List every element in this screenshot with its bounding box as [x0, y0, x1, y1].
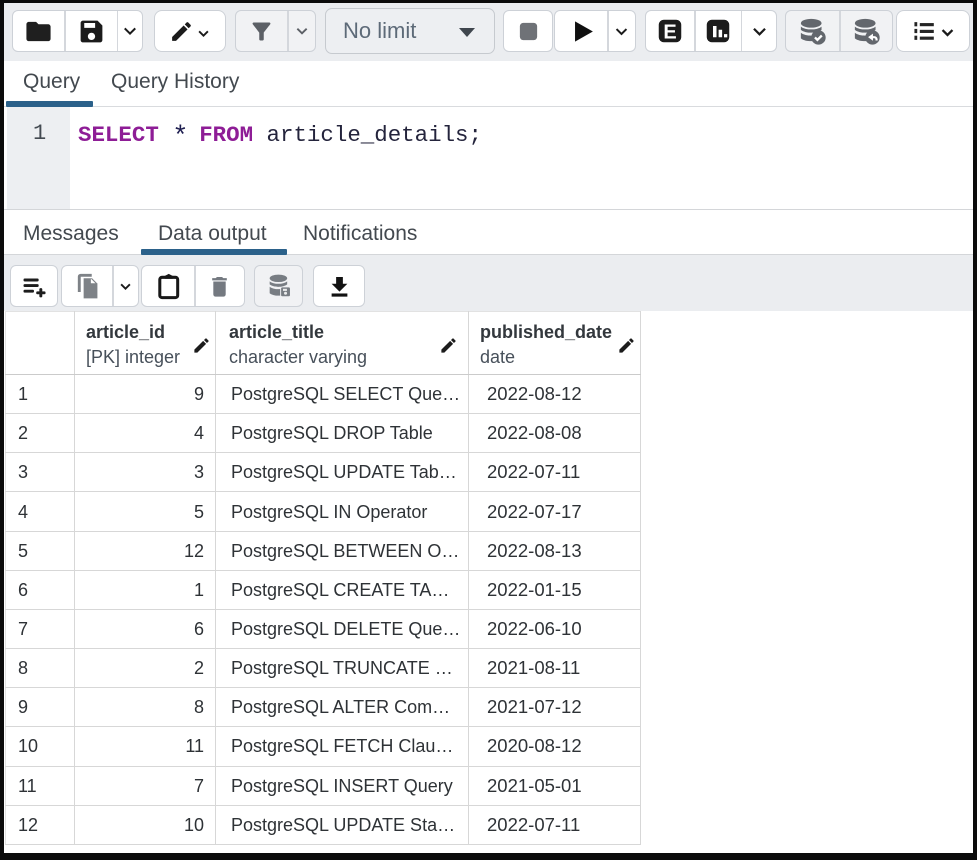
svg-text:E: E	[663, 21, 676, 43]
